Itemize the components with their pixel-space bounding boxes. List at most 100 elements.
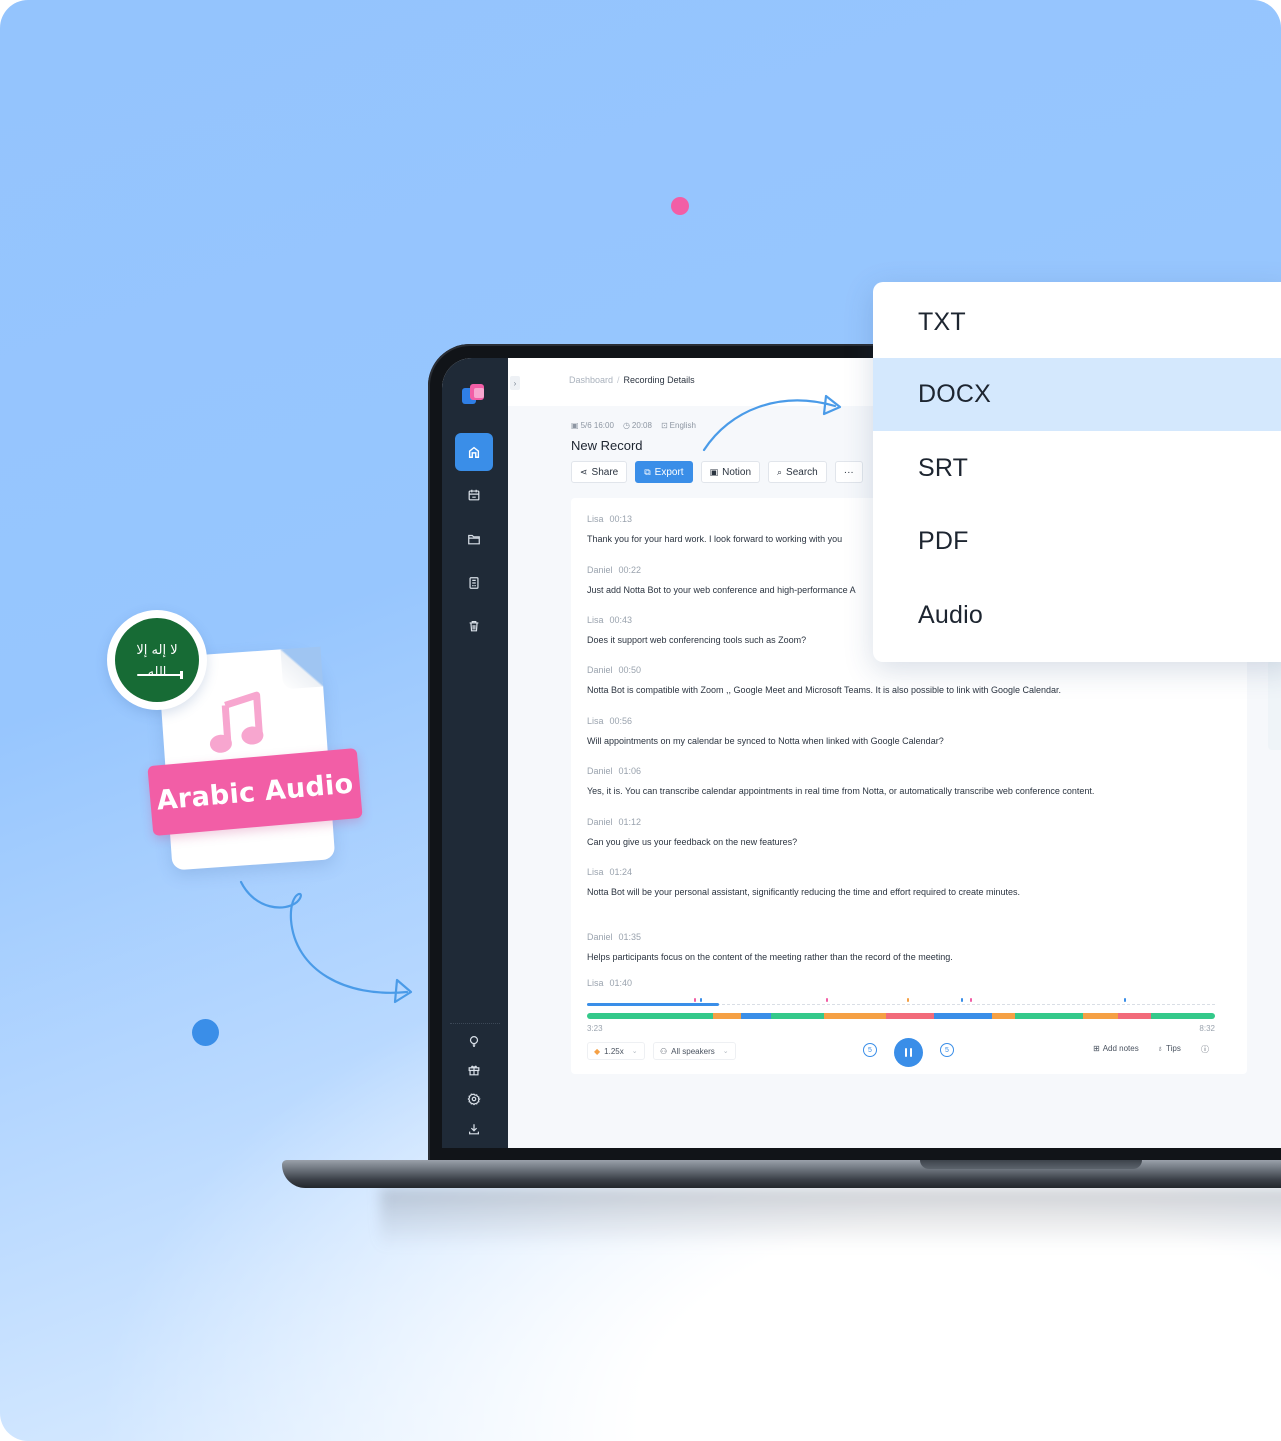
speaker-timeline[interactable] — [587, 1013, 1215, 1019]
speaker-line: Daniel 01:35 — [587, 932, 1227, 942]
speaker-segment-orange[interactable] — [712, 1013, 741, 1019]
speaker-segment-green[interactable] — [1015, 1013, 1084, 1019]
timestamp[interactable]: 01:06 — [619, 766, 642, 776]
timestamp[interactable]: 00:56 — [610, 716, 633, 726]
more-button[interactable]: ··· — [834, 461, 863, 483]
search-button[interactable]: ⌕ Search — [768, 461, 827, 483]
transcript-text[interactable]: Notta Bot will be your personal assistan… — [587, 885, 1027, 899]
tips-button[interactable]: ♁ Tips — [1157, 1044, 1181, 1053]
speaker-name[interactable]: Lisa — [587, 514, 604, 524]
speaker-name[interactable]: Lisa — [587, 867, 604, 877]
arrow-to-laptop — [239, 880, 413, 1004]
timeline-marker[interactable] — [825, 998, 828, 1002]
skip-forward-button[interactable]: 5 — [940, 1043, 954, 1057]
playback-speed-select[interactable]: ◆ 1.25x ⌄ — [587, 1042, 645, 1060]
timestamp[interactable]: 01:35 — [619, 932, 642, 942]
timestamp[interactable]: 01:24 — [610, 867, 633, 877]
transcript-entry[interactable]: Daniel 01:12 Can you give us your feedback… — [587, 817, 1227, 849]
speaker-segment-green[interactable] — [1150, 1013, 1215, 1019]
timestamp[interactable]: 00:13 — [610, 514, 633, 524]
add-notes-label: Add notes — [1102, 1044, 1139, 1053]
sidebar-item-document[interactable] — [455, 564, 493, 602]
timestamp[interactable]: 00:50 — [619, 665, 642, 675]
export-option-srt[interactable]: SRT — [873, 432, 1281, 505]
collapse-sidebar-button[interactable]: › — [510, 376, 520, 390]
timeline-marker[interactable] — [1123, 998, 1126, 1002]
clock-icon: ◷ — [622, 421, 630, 430]
speaker-segment-orange[interactable] — [1083, 1013, 1118, 1019]
speaker-segment-orange[interactable] — [992, 1013, 1016, 1019]
export-format-menu: TXT DOCX SRT PDF Audio — [873, 282, 1281, 662]
transcript-entry[interactable]: Daniel 00:50 Notta Bot is compatible with … — [587, 665, 1227, 697]
transcript-entry[interactable]: Daniel 01:06 Yes, it is. You can transcrib… — [587, 766, 1227, 798]
speaker-name[interactable]: Daniel — [587, 817, 613, 827]
transcript-text[interactable]: Will appointments on my calendar be sync… — [587, 734, 1227, 748]
timestamp[interactable]: 01:12 — [619, 817, 642, 827]
rewind-icon: 5 — [868, 1046, 872, 1054]
transcript-entry[interactable]: Lisa 00:56 Will appointments on my calenda… — [587, 716, 1227, 748]
transcript-text[interactable]: Notta Bot is compatible with Zoom ,, Goo… — [587, 683, 1227, 697]
add-notes-button[interactable]: ⊞ Add notes — [1093, 1044, 1139, 1053]
transcript-text[interactable]: Can you give us your feedback on the new… — [587, 835, 1227, 849]
speaker-segment-red[interactable] — [885, 1013, 935, 1019]
calendar-icon — [468, 489, 480, 501]
export-button[interactable]: ⧉ Export — [635, 461, 693, 483]
notion-button[interactable]: ▣ Notion — [700, 461, 760, 483]
timeline-marker[interactable] — [960, 998, 963, 1002]
timeline-marker[interactable] — [907, 998, 910, 1002]
decorative-blue-dot — [192, 1019, 219, 1046]
timestamp[interactable]: 01:40 — [610, 978, 633, 988]
timeline-marker[interactable] — [970, 998, 973, 1002]
speaker-name[interactable]: Daniel — [587, 932, 613, 942]
record-title[interactable]: New Record — [571, 438, 643, 453]
export-option-txt[interactable]: TXT — [873, 286, 1281, 359]
speaker-name[interactable]: Daniel — [587, 766, 613, 776]
timeline-marker[interactable] — [700, 998, 703, 1002]
speaker-segment-blue[interactable] — [934, 1013, 992, 1019]
record-language: ⊡ English — [661, 421, 696, 430]
progress-fill[interactable] — [587, 1003, 719, 1006]
add-notes-icon: ⊞ — [1093, 1044, 1100, 1053]
sidebar-item-calendar[interactable] — [455, 476, 493, 514]
transcript-text[interactable]: Helps participants focus on the content … — [587, 950, 1227, 964]
transcript-entry[interactable]: Daniel 01:35 Helps participants focus on t… — [587, 932, 1227, 964]
export-option-docx[interactable]: DOCX — [873, 358, 1281, 431]
sidebar-item-trash[interactable] — [455, 607, 493, 645]
speakers-filter-select[interactable]: ⚇ All speakers ⌄ — [653, 1042, 736, 1060]
speaker-segment-orange[interactable] — [824, 1013, 886, 1019]
sidebar-item-home[interactable] — [455, 433, 493, 471]
export-option-pdf[interactable]: PDF — [873, 505, 1281, 578]
timeline-marker[interactable] — [693, 998, 696, 1002]
speaker-segment-blue[interactable] — [740, 1013, 771, 1019]
info-button[interactable]: ⓘ — [1201, 1044, 1209, 1055]
download-icon — [469, 1124, 479, 1135]
skip-back-button[interactable]: 5 — [863, 1043, 877, 1057]
timestamp[interactable]: 00:43 — [610, 615, 633, 625]
share-button[interactable]: ⋖ Share — [571, 461, 628, 483]
timestamp[interactable]: 00:22 — [619, 565, 642, 575]
speaker-name[interactable]: Daniel — [587, 665, 613, 675]
speaker-segment-green[interactable] — [770, 1013, 825, 1019]
transcript-entry[interactable]: Lisa 01:40 — [587, 978, 1227, 988]
breadcrumb-dashboard[interactable]: Dashboard — [569, 375, 613, 385]
sidebar-item-folder[interactable] — [455, 520, 493, 558]
transcript-text[interactable]: Yes, it is. You can transcribe calendar … — [587, 784, 1227, 798]
gear-icon — [467, 1093, 481, 1106]
export-option-label: DOCX — [918, 380, 992, 408]
search-label: Search — [786, 466, 818, 478]
notion-label: Notion — [722, 466, 751, 478]
sidebar-item-download[interactable] — [455, 1110, 493, 1148]
speaker-name[interactable]: Lisa — [587, 978, 604, 988]
speaker-name[interactable]: Lisa — [587, 615, 604, 625]
record-duration: ◷ 20:08 — [623, 421, 652, 430]
speaker-name[interactable]: Lisa — [587, 716, 604, 726]
speaker-segment-red[interactable] — [1117, 1013, 1151, 1019]
export-option-audio[interactable]: Audio — [873, 579, 1281, 652]
transcript-entry[interactable]: Lisa 01:24 Notta Bot will be your personal… — [587, 867, 1227, 899]
speaker-segment-green[interactable] — [587, 1013, 713, 1019]
total-time: 8:32 — [1199, 1024, 1215, 1033]
speaker-name[interactable]: Daniel — [587, 565, 613, 575]
music-note-icon — [209, 691, 264, 753]
pause-button[interactable] — [894, 1038, 923, 1067]
speaker-line: Lisa 01:24 — [587, 867, 1227, 877]
